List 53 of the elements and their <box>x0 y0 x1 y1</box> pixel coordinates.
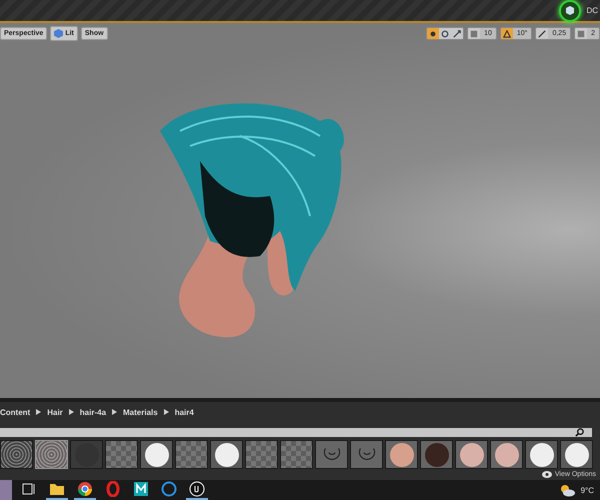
temperature: 9°C <box>580 486 594 494</box>
snap-toggle[interactable] <box>536 28 548 39</box>
chevron-icon <box>68 409 74 415</box>
chevron-icon <box>112 409 118 415</box>
asset-thumbnail[interactable] <box>140 440 173 469</box>
asset-thumbnail[interactable] <box>210 440 243 469</box>
breadcrumb-item[interactable]: Content <box>0 408 30 416</box>
snap-toggle[interactable] <box>575 28 588 39</box>
transform-tool[interactable] <box>451 28 464 39</box>
chevron-icon <box>164 409 169 415</box>
taskbar-app[interactable] <box>74 480 96 500</box>
snap-toggle[interactable] <box>468 28 480 39</box>
asset-thumbnail[interactable] <box>0 440 33 469</box>
breadcrumb-item[interactable]: Materials <box>123 408 158 416</box>
asset-thumbnail[interactable] <box>70 440 103 469</box>
square-icon <box>470 30 478 38</box>
transform-tool[interactable] <box>439 28 452 39</box>
snap-toggle[interactable] <box>500 28 513 39</box>
asset-thumbnail[interactable] <box>280 440 313 469</box>
scale-icon <box>453 30 462 38</box>
asset-thumbnail[interactable] <box>315 440 348 469</box>
chevron-icon <box>36 409 42 415</box>
asset-thumbnail[interactable] <box>385 440 418 469</box>
cube-icon[interactable] <box>558 0 582 22</box>
circle-icon <box>161 481 177 497</box>
square-icon <box>577 30 586 38</box>
browser-icon <box>77 481 93 497</box>
tab-label[interactable]: DC <box>586 6 598 15</box>
taskbar-app[interactable] <box>186 480 208 500</box>
windows-icon <box>21 481 37 497</box>
transform-tool[interactable] <box>427 28 440 39</box>
asset-thumbnail[interactable] <box>490 440 523 469</box>
asset-thumbnail[interactable] <box>350 440 383 469</box>
asset-thumbnail[interactable] <box>175 440 208 469</box>
triangle-icon <box>502 30 511 38</box>
search-field[interactable] <box>0 428 592 437</box>
asset-thumbnail[interactable] <box>525 440 558 469</box>
cube-icon <box>54 29 64 38</box>
rotate-icon <box>441 30 450 38</box>
asset-thumbnail[interactable] <box>245 440 278 469</box>
search-icon <box>575 428 584 437</box>
weather-icon <box>558 483 575 497</box>
asset-thumbnail[interactable] <box>35 440 68 469</box>
app-icon <box>133 481 149 497</box>
breadcrumb-item[interactable]: hair4 <box>174 408 194 416</box>
asset-thumbnail[interactable] <box>105 440 138 469</box>
asset-thumbnail[interactable] <box>560 440 593 469</box>
move-icon <box>429 30 438 38</box>
asset-thumbnail[interactable] <box>455 440 488 469</box>
asset-thumbnail[interactable] <box>420 440 453 469</box>
ring-icon <box>105 481 121 497</box>
breadcrumb-item[interactable]: hair-4a <box>80 408 106 416</box>
breadcrumb-item[interactable]: Hair <box>47 408 63 416</box>
